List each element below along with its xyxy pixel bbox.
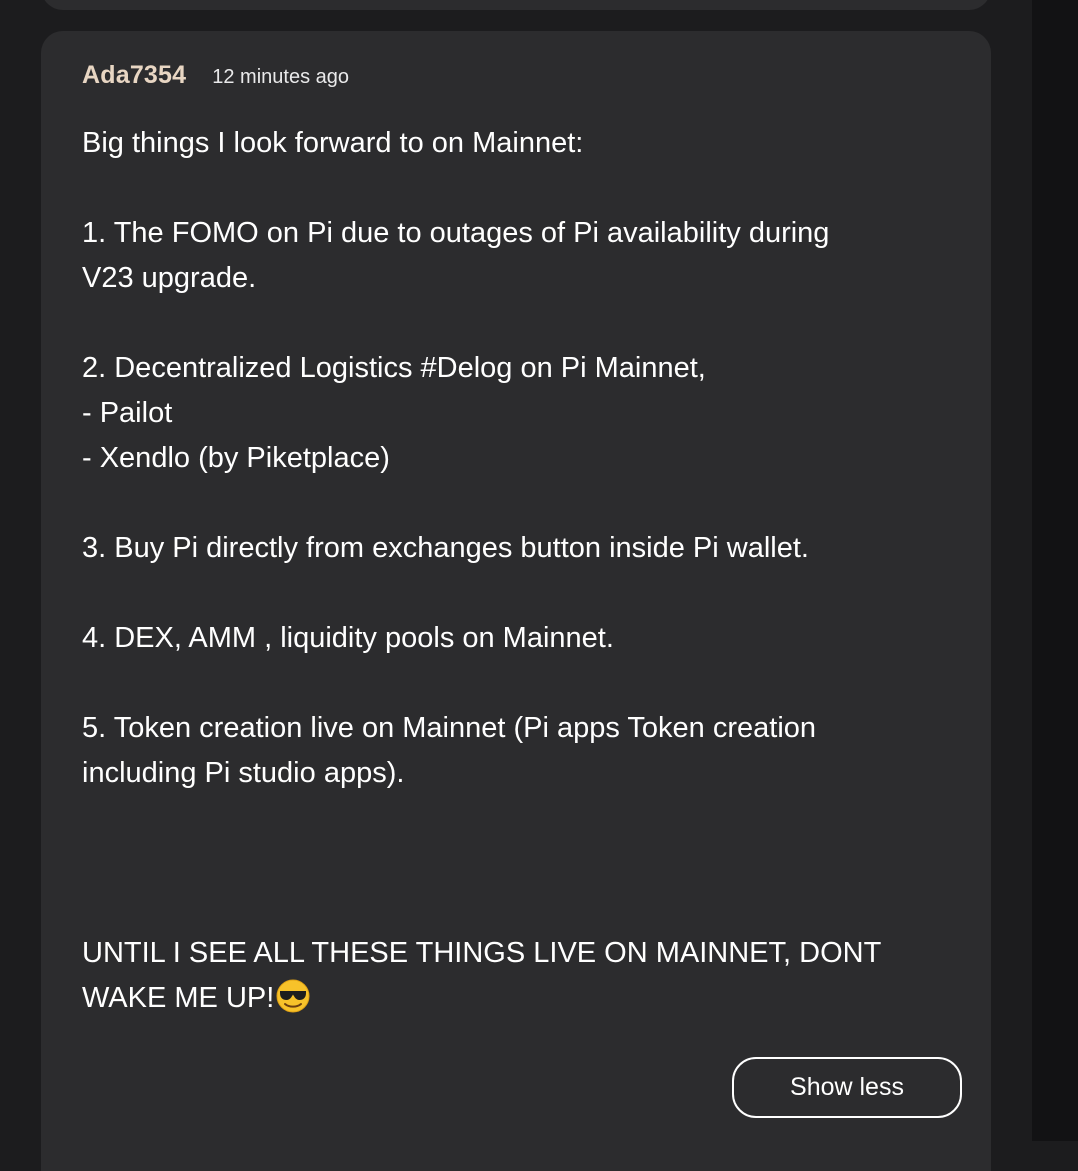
comment-card: Ada7354 12 minutes ago Big things I look…: [41, 31, 991, 1171]
comment-header: Ada7354 12 minutes ago: [82, 61, 349, 91]
previous-comment-card: [41, 0, 991, 10]
body-line: 5. Token creation live on Mainnet (Pi ap…: [82, 712, 817, 744]
body-line: - Pailot: [82, 397, 173, 429]
body-line: including Pi studio apps).: [82, 757, 405, 789]
author-name[interactable]: Ada7354: [82, 61, 186, 90]
scrollbar-track[interactable]: [1032, 0, 1078, 1141]
body-line: V23 upgrade.: [82, 262, 257, 294]
body-line: UNTIL I SEE ALL THESE THINGS LIVE ON MAI…: [82, 937, 882, 969]
comment-timestamp: 12 minutes ago: [212, 66, 350, 88]
sunglasses-emoji-icon: [276, 979, 310, 1013]
body-line: - Xendlo (by Piketplace): [82, 442, 390, 474]
body-line: WAKE ME UP!: [82, 976, 962, 1021]
comment-body: Big things I look forward to on Mainnet:…: [82, 121, 962, 1021]
body-line: Big things I look forward to on Mainnet:: [82, 127, 584, 159]
body-line: 1. The FOMO on Pi due to outages of Pi a…: [82, 217, 830, 249]
closing-text: WAKE ME UP!: [82, 982, 275, 1014]
body-line: 3. Buy Pi directly from exchanges button…: [82, 532, 809, 564]
body-line: 4. DEX, AMM , liquidity pools on Mainnet…: [82, 622, 614, 654]
body-line: 2. Decentralized Logistics #Delog on Pi …: [82, 352, 706, 384]
show-less-button[interactable]: Show less: [732, 1057, 962, 1118]
